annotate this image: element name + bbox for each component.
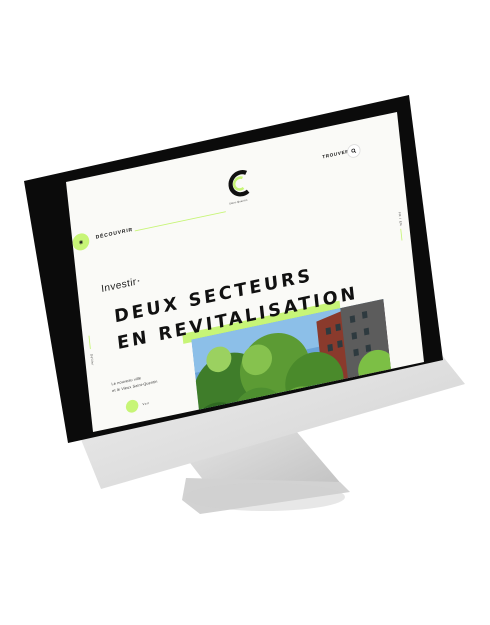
explore-button[interactable] — [125, 398, 139, 414]
side-accent-right — [400, 228, 403, 241]
hero-kicker: Investir — [100, 275, 138, 295]
eye-icon: ◉ — [78, 239, 84, 246]
search-button[interactable] — [346, 142, 362, 160]
language-switch[interactable]: FR / EN — [398, 212, 403, 227]
find-link[interactable]: TROUVER — [322, 149, 349, 160]
scroll-indicator: Défiler — [89, 353, 95, 367]
search-icon — [351, 148, 357, 153]
discover-disc-button[interactable]: ◉ — [71, 231, 91, 252]
brand-logo[interactable] — [224, 167, 254, 201]
accent-divider — [134, 211, 226, 232]
discover-link[interactable]: DÉCOUVRIR — [95, 228, 133, 241]
side-accent-left — [88, 335, 91, 350]
kicker-dot — [137, 279, 140, 282]
explore-label[interactable]: Voir — [142, 401, 149, 406]
